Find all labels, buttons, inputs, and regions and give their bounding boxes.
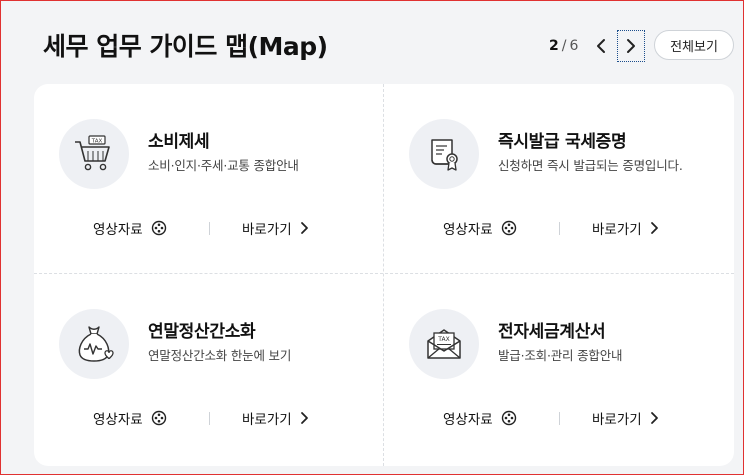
- link-divider: [559, 222, 560, 235]
- page-current: 2: [549, 38, 559, 54]
- card-year-end-settlement: 연말정산간소화 연말정산간소화 한눈에 보기 영상자료 바로가기: [34, 274, 384, 464]
- pager: 2 / 6: [549, 30, 646, 62]
- icon-circle: TAX: [59, 119, 129, 189]
- icon-circle: [59, 309, 129, 379]
- chevron-right-icon: [627, 39, 636, 53]
- view-all-button[interactable]: 전체보기: [654, 30, 734, 60]
- card-instant-certificate: 즉시발급 국세증명 신청하면 즉시 발급되는 증명입니다. 영상자료 바로가기: [384, 84, 734, 274]
- video-link-label: 영상자료: [443, 222, 493, 238]
- video-link[interactable]: 영상자료: [443, 406, 517, 430]
- page-total: 6: [569, 38, 579, 54]
- certificate-icon: [431, 139, 458, 171]
- film-reel-icon: [501, 220, 516, 236]
- video-link[interactable]: 영상자료: [443, 216, 517, 240]
- go-link[interactable]: 바로가기: [242, 406, 309, 430]
- link-divider: [209, 222, 210, 235]
- next-page-button[interactable]: [617, 30, 646, 62]
- card-title: 즉시발급 국세증명: [498, 132, 627, 152]
- chevron-right-icon: [300, 222, 308, 234]
- video-link-label: 영상자료: [93, 412, 143, 428]
- page-separator: /: [561, 38, 567, 54]
- page-title: 세무 업무 가이드 맵(Map): [43, 32, 328, 61]
- chevron-right-icon: [650, 222, 658, 234]
- card-links: 영상자료 바로가기: [34, 216, 384, 240]
- icon-circle: [409, 119, 479, 189]
- guide-map-board: TAX 소비제세 소비·인지·주세·교통 종합안내 영상자료 바로가기 즉시발급…: [34, 84, 734, 466]
- money-bag-heart-icon: [78, 326, 114, 362]
- go-link[interactable]: 바로가기: [242, 216, 309, 240]
- shopping-cart-tax-icon: TAX: [75, 135, 110, 171]
- tax-envelope-icon: TAX: [427, 329, 461, 359]
- card-consumption-tax: TAX 소비제세 소비·인지·주세·교통 종합안내 영상자료 바로가기: [34, 84, 384, 274]
- film-reel-icon: [501, 410, 516, 426]
- card-links: 영상자료 바로가기: [34, 406, 384, 430]
- go-link-label: 바로가기: [242, 412, 292, 428]
- card-links: 영상자료 바로가기: [384, 216, 734, 240]
- svg-text:TAX: TAX: [437, 336, 449, 343]
- go-link[interactable]: 바로가기: [592, 216, 659, 240]
- chevron-right-icon: [300, 412, 308, 424]
- link-divider: [559, 412, 560, 425]
- card-links: 영상자료 바로가기: [384, 406, 734, 430]
- video-link-label: 영상자료: [443, 412, 493, 428]
- video-link[interactable]: 영상자료: [93, 406, 167, 430]
- card-desc: 발급·조회·관리 종합안내: [498, 348, 623, 363]
- video-link[interactable]: 영상자료: [93, 216, 167, 240]
- prev-page-button[interactable]: [588, 31, 614, 61]
- card-desc: 연말정산간소화 한눈에 보기: [148, 348, 292, 363]
- card-desc: 소비·인지·주세·교통 종합안내: [148, 158, 299, 173]
- chevron-left-icon: [597, 39, 606, 53]
- svg-text:TAX: TAX: [91, 139, 103, 145]
- link-divider: [209, 412, 210, 425]
- film-reel-icon: [151, 410, 166, 426]
- icon-circle: TAX: [409, 309, 479, 379]
- card-title: 연말정산간소화: [148, 322, 256, 342]
- go-link[interactable]: 바로가기: [592, 406, 659, 430]
- film-reel-icon: [151, 220, 166, 236]
- header: 세무 업무 가이드 맵(Map) 2 / 6 전체보기: [1, 1, 743, 85]
- go-link-label: 바로가기: [242, 222, 292, 238]
- card-desc: 신청하면 즉시 발급되는 증명입니다.: [498, 158, 683, 173]
- chevron-right-icon: [650, 412, 658, 424]
- card-title: 소비제세: [148, 132, 210, 152]
- go-link-label: 바로가기: [592, 222, 642, 238]
- go-link-label: 바로가기: [592, 412, 642, 428]
- card-title: 전자세금계산서: [498, 322, 606, 342]
- video-link-label: 영상자료: [93, 222, 143, 238]
- card-electronic-tax-invoice: TAX 전자세금계산서 발급·조회·관리 종합안내 영상자료 바로가기: [384, 274, 734, 464]
